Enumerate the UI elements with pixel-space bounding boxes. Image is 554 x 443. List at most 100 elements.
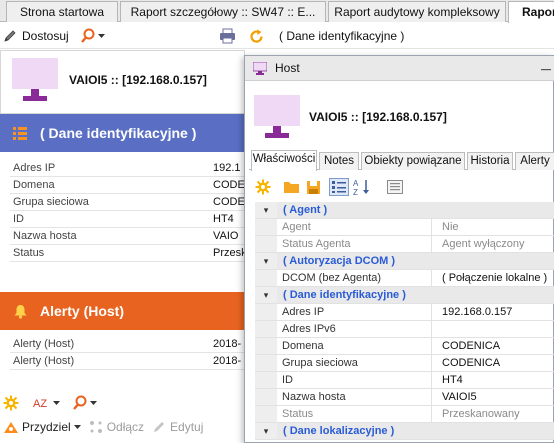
collapse-icon[interactable]: ▾ [255,253,277,269]
property-row[interactable]: ID HT4 [255,372,554,389]
property-row[interactable]: Agent Nie [255,219,554,236]
property-grid: ▾ ( Agent ) Agent Nie Status Agenta Agent w… [255,202,554,440]
minimize-icon[interactable] [541,69,551,71]
category-label: ( Dane identyfikacyjne ) [283,289,406,301]
property-row[interactable]: Status Agenta Agent wyłączony [255,236,554,253]
assign-label: Przydziel [22,420,71,434]
alerts-section-title: Alerty (Host) [40,303,125,319]
tab-notes[interactable]: Notes [319,152,359,170]
collapse-icon[interactable]: ▾ [255,287,277,303]
window-host-title: VAIOI5 :: [192.168.0.157] [309,110,447,124]
property-row[interactable]: Grupa sieciowa CODENICA [255,355,554,372]
tab-detailed-report[interactable]: Raport szczegółowy :: SW47 :: E... [120,1,326,22]
section-selector-label: ( Dane identyfikacyjne ) [279,29,405,43]
property-key: Status [277,406,432,422]
tab-history[interactable]: Historia [467,152,513,170]
property-row: Adres IP 192.1 [10,160,245,177]
sort-dropdown-button[interactable]: AZ [33,396,60,410]
property-key: DCOM (bez Agenta) [277,270,432,286]
property-key: Domena [277,338,432,354]
host-title: VAIOI5 :: [192.168.0.157] [69,73,207,87]
property-key: Status [13,247,45,259]
property-row[interactable]: Status Przeskanowany [255,406,554,423]
property-key: ID [277,372,432,388]
list-item[interactable]: Alerty (Host) 2018- [10,353,245,370]
category-identity[interactable]: ▾ ( Dane identyfikacyjne ) [255,287,554,304]
collapse-icon[interactable]: ▾ [255,202,277,218]
settings-button[interactable] [3,395,19,411]
tab-properties[interactable]: Właściwości [251,150,317,171]
list-icon [13,127,27,140]
property-value: ( Połączenie lokalne ) [442,272,548,284]
chevron-down-icon [73,424,81,429]
refresh-button[interactable] [249,27,264,45]
adjust-label: Dostosuj [22,29,69,43]
host-header: VAIOI5 :: [192.168.0.157] [0,50,245,114]
settings-icon [3,395,19,411]
alerts-actions-toolbar: Przydziel Odłącz Edytuj [3,416,211,438]
property-value: 192.168.0.157 [442,306,513,318]
tab-related-objects[interactable]: Obiekty powiązane [361,152,465,170]
property-key: Adres IP [277,304,432,320]
tab-alerts[interactable]: Alerty [515,152,554,170]
assign-icon [4,422,18,433]
alerts-section-header[interactable]: Alerty (Host) [0,292,245,330]
monitor-icon [254,95,300,138]
property-row: Grupa sieciowa CODE [10,194,245,211]
tab-audit-report[interactable]: Raport audytowy kompleksowy [328,1,506,22]
svg-text:AZ: AZ [33,398,47,410]
property-row: Domena CODE [10,177,245,194]
property-key: Grupa sieciowa [13,196,89,208]
svg-text:Z: Z [353,188,358,196]
identity-properties: Adres IP 192.1 Domena CODE Grupa sieciowa C… [10,160,245,262]
tab-report[interactable]: Raport [508,1,554,23]
property-row: Status Przesk [10,245,245,262]
edit-button[interactable]: Edytuj [152,420,203,434]
category-location[interactable]: ▾ ( Dane lokalizacyjne ) [255,423,554,440]
folder-icon[interactable] [283,180,300,194]
chevron-down-icon [90,400,97,405]
category-agent[interactable]: ▾ ( Agent ) [255,202,554,219]
category-label: ( Autoryzacja DCOM ) [283,255,396,267]
bell-icon [14,304,26,319]
categorize-icon[interactable] [329,178,349,196]
section-selector[interactable]: ( Dane identyfikacyjne ) [279,27,404,45]
edit-label: Edytuj [170,420,204,434]
collapse-icon[interactable]: ▾ [255,423,277,439]
host-window-icon [253,61,267,75]
property-row: Nazwa hosta VAIO [10,228,245,245]
settings-icon[interactable] [255,179,271,195]
property-row[interactable]: Adres IPv6 [255,321,554,338]
property-row[interactable]: Nazwa hosta VAIOI5 [255,389,554,406]
tab-start-page[interactable]: Strona startowa [6,1,118,22]
print-button[interactable] [219,27,236,45]
property-value: CODENICA [442,357,501,369]
search-icon [73,395,87,410]
edit-icon [154,422,165,432]
assign-button[interactable]: Przydziel [3,420,81,434]
printer-icon [220,28,235,44]
category-dcom[interactable]: ▾ ( Autoryzacja DCOM ) [255,253,554,270]
pages-icon[interactable] [387,180,403,194]
property-key: Nazwa hosta [13,230,77,242]
property-key: Adres IP [13,162,56,174]
property-row[interactable]: Adres IP 192.168.0.157 [255,304,554,321]
property-value: CODENICA [442,340,501,352]
window-title: Host [275,61,300,75]
filter-search-button[interactable] [72,395,97,411]
detach-label: Odłącz [106,420,145,434]
save-icon[interactable] [306,180,321,195]
detach-button[interactable]: Odłącz [89,420,144,434]
search-dropdown-button[interactable] [80,27,105,45]
property-row[interactable]: Domena CODENICA [255,338,554,355]
identity-section-header[interactable]: ( Dane identyfikacyjne ) [0,114,245,152]
chevron-down-icon [98,33,105,38]
sort-icon[interactable]: AZ [353,178,371,196]
adjust-button[interactable]: Dostosuj [3,27,69,45]
list-item[interactable]: Alerty (Host) 2018- [10,336,245,353]
property-row: ID HT4 [10,211,245,228]
property-row[interactable]: DCOM (bez Agenta) ( Połączenie lokalne ) [255,270,554,287]
window-titlebar[interactable]: Host [245,56,554,81]
main-toolbar: Dostosuj ( Dane identyfikacyjne ) [0,23,554,49]
property-key: Grupa sieciowa [277,355,432,371]
